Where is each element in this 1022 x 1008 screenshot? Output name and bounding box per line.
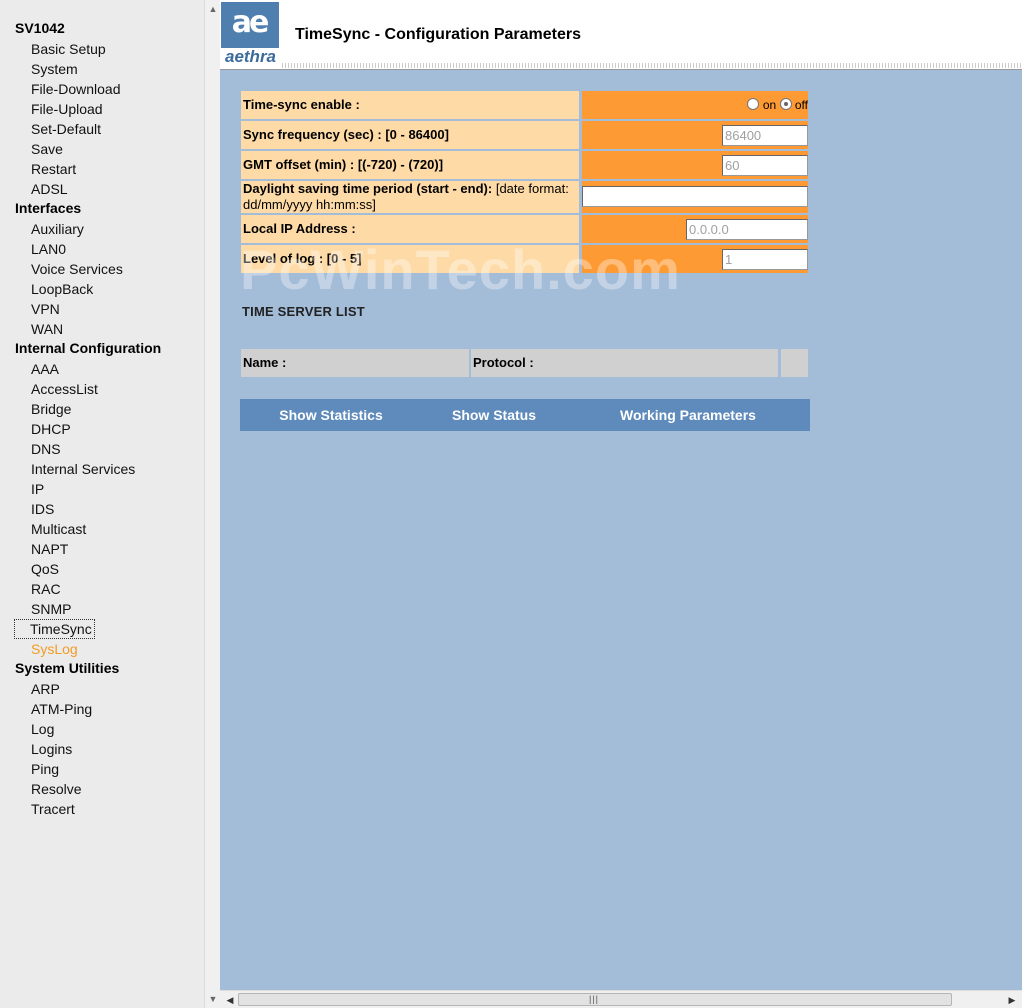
daylight-saving-label: Daylight saving time period (start - end…	[241, 181, 579, 213]
local-ip-label: Local IP Address :	[241, 215, 579, 243]
sync-frequency-row: Sync frequency (sec) : [0 - 86400] 86400	[240, 121, 808, 149]
nav-item-logins[interactable]: Logins	[31, 740, 72, 758]
nav-item-dhcp[interactable]: DHCP	[31, 420, 71, 438]
timesync-enable-value: on off	[582, 91, 808, 119]
log-level-row: Level of log : [0 - 5] 1	[240, 245, 808, 273]
timesync-radio-group: on off	[747, 98, 808, 112]
local-ip-row: Local IP Address : 0.0.0.0	[240, 215, 808, 243]
nav-item-save[interactable]: Save	[31, 140, 63, 158]
column-header-blank	[781, 349, 808, 377]
nav-section-internal-configuration: Internal Configuration	[15, 340, 162, 356]
nav-item-resolve[interactable]: Resolve	[31, 780, 82, 798]
log-level-value: 1	[582, 245, 808, 273]
daylight-saving-label-text: Daylight saving time period (start - end…	[243, 181, 493, 196]
nav-section-system-utilities: System Utilities	[15, 660, 120, 676]
nav-item-wan[interactable]: WAN	[31, 320, 63, 338]
gmt-offset-input[interactable]: 60	[722, 155, 808, 176]
working-parameters-tab[interactable]: Working Parameters	[596, 399, 780, 431]
nav-item-log[interactable]: Log	[31, 720, 54, 738]
local-ip-value: 0.0.0.0	[582, 215, 808, 243]
nav-item-aaa[interactable]: AAA	[31, 360, 59, 378]
scroll-down-arrow-icon[interactable]: ▼	[207, 992, 219, 1006]
nav-frame: SV1042 Basic Setup System File-Download …	[0, 0, 204, 1008]
nav-item-multicast[interactable]: Multicast	[31, 520, 86, 538]
nav-item-vpn[interactable]: VPN	[31, 300, 60, 318]
page-header: ae aethra TimeSync - Configuration Param…	[220, 0, 1022, 70]
nav-item-ping[interactable]: Ping	[31, 760, 59, 778]
logo-mark: ae	[231, 5, 270, 40]
nav-item-file-upload[interactable]: File-Upload	[31, 100, 103, 118]
radio-off[interactable]	[779, 98, 792, 110]
radio-on[interactable]	[747, 98, 760, 110]
sync-frequency-label: Sync frequency (sec) : [0 - 86400]	[241, 121, 579, 149]
column-header-protocol: Protocol :	[471, 349, 778, 377]
nav-item-rac[interactable]: RAC	[31, 580, 61, 598]
sync-frequency-input[interactable]: 86400	[722, 125, 808, 146]
nav-item-basic-setup[interactable]: Basic Setup	[31, 40, 106, 58]
gmt-offset-row: GMT offset (min) : [(-720) - (720)] 60	[240, 151, 808, 179]
show-status-tab[interactable]: Show Status	[424, 399, 564, 431]
daylight-saving-value	[582, 181, 808, 213]
daylight-saving-input[interactable]	[582, 186, 808, 207]
gmt-offset-value: 60	[582, 151, 808, 179]
nav-item-file-download[interactable]: File-Download	[31, 80, 120, 98]
nav-item-set-default[interactable]: Set-Default	[31, 120, 101, 138]
timesync-enable-row: Time-sync enable : on off	[240, 91, 808, 119]
scroll-up-arrow-icon[interactable]: ▲	[207, 2, 219, 16]
nav-item-tracert[interactable]: Tracert	[31, 800, 75, 818]
nav-item-atm-ping[interactable]: ATM-Ping	[31, 700, 92, 718]
horizontal-scrollbar[interactable]: ◀ ||| ▶	[220, 990, 1022, 1008]
nav-item-accesslist[interactable]: AccessList	[31, 380, 98, 398]
scroll-right-arrow-icon[interactable]: ▶	[1005, 993, 1019, 1007]
column-header-name: Name :	[241, 349, 469, 377]
page-title: TimeSync - Configuration Parameters	[295, 26, 581, 43]
scrollbar-thumb[interactable]: |||	[238, 993, 952, 1006]
local-ip-input[interactable]: 0.0.0.0	[686, 219, 808, 240]
nav-item-loopback[interactable]: LoopBack	[31, 280, 93, 298]
time-server-list-heading: TIME SERVER LIST	[242, 304, 365, 319]
aethra-logo: ae aethra	[220, 0, 281, 69]
nav-item-lan0[interactable]: LAN0	[31, 240, 66, 258]
nav-section-interfaces: Interfaces	[15, 200, 82, 216]
nav-item-dns[interactable]: DNS	[31, 440, 61, 458]
scroll-left-arrow-icon[interactable]: ◀	[223, 993, 237, 1007]
nav-item-bridge[interactable]: Bridge	[31, 400, 71, 418]
nav-item-voice-services[interactable]: Voice Services	[31, 260, 123, 278]
daylight-saving-row: Daylight saving time period (start - end…	[240, 181, 808, 213]
time-server-table-header: Name : Protocol :	[240, 349, 808, 377]
nav-item-timesync[interactable]: TimeSync	[14, 619, 95, 639]
nav-device-title: SV1042	[15, 20, 65, 36]
nav-item-napt[interactable]: NAPT	[31, 540, 68, 558]
nav-item-qos[interactable]: QoS	[31, 560, 59, 578]
nav-item-auxiliary[interactable]: Auxiliary	[31, 220, 84, 238]
bottom-tab-bar: Show Statistics Show Status Working Para…	[240, 399, 810, 431]
sync-frequency-value: 86400	[582, 121, 808, 149]
nav-item-syslog[interactable]: SysLog	[31, 640, 78, 658]
scrollbar-grip-icon: |||	[589, 994, 600, 1004]
nav-item-system[interactable]: System	[31, 60, 78, 78]
nav-item-snmp[interactable]: SNMP	[31, 600, 71, 618]
nav-item-adsl[interactable]: ADSL	[31, 180, 68, 198]
radio-on-label: on	[762, 98, 777, 112]
logo-wordmark: aethra	[224, 47, 277, 66]
radio-off-label: off	[794, 98, 808, 112]
log-level-input[interactable]: 1	[722, 249, 808, 270]
gmt-offset-label: GMT offset (min) : [(-720) - (720)]	[241, 151, 579, 179]
nav-item-ids[interactable]: IDS	[31, 500, 54, 518]
show-statistics-tab[interactable]: Show Statistics	[260, 399, 402, 431]
nav-item-ip[interactable]: IP	[31, 480, 44, 498]
nav-item-arp[interactable]: ARP	[31, 680, 60, 698]
nav-item-internal-services[interactable]: Internal Services	[31, 460, 135, 478]
timesync-enable-label: Time-sync enable :	[241, 91, 579, 119]
log-level-label: Level of log : [0 - 5]	[241, 245, 579, 273]
nav-item-restart[interactable]: Restart	[31, 160, 76, 178]
header-divider	[282, 63, 1022, 68]
nav-scrollbar[interactable]: ▲ ▼	[204, 0, 220, 1008]
